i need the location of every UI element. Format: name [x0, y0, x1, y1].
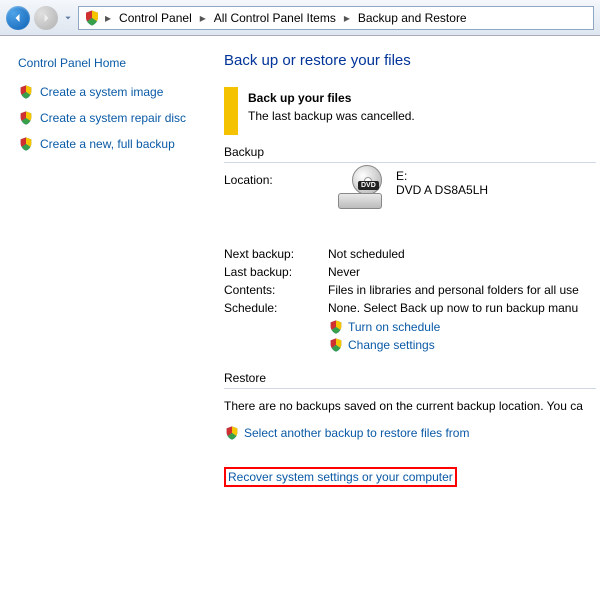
restore-message: There are no backups saved on the curren…: [224, 399, 596, 413]
restore-section-header: Restore: [224, 371, 596, 389]
page-title: Back up or restore your files: [224, 52, 596, 69]
toolbar: ▸ Control Panel ▸ All Control Panel Item…: [0, 0, 600, 36]
turn-on-schedule-link[interactable]: Turn on schedule: [348, 320, 440, 334]
chevron-down-icon: [64, 14, 72, 22]
create-full-backup-link[interactable]: Create a new, full backup: [40, 137, 175, 151]
alert-accent-bar: [224, 87, 238, 135]
main-content: Back up or restore your files Back up yo…: [210, 36, 600, 600]
chevron-right-icon[interactable]: ▸: [198, 11, 208, 25]
shield-icon: [224, 425, 240, 441]
location-label: Location:: [224, 173, 328, 187]
schedule-value: None. Select Back up now to run backup m…: [328, 301, 578, 315]
shield-icon: [18, 110, 34, 126]
alert-message: The last backup was cancelled.: [248, 109, 415, 123]
next-backup-label: Next backup:: [224, 247, 328, 261]
alert-banner: Back up your files The last backup was c…: [224, 87, 596, 135]
select-another-backup-link[interactable]: Select another backup to restore files f…: [244, 426, 469, 440]
nav-forward-button: [34, 6, 58, 30]
nav-history-dropdown[interactable]: [62, 6, 74, 30]
control-panel-icon: [83, 9, 101, 27]
alert-heading: Back up your files: [248, 91, 415, 105]
address-bar[interactable]: ▸ Control Panel ▸ All Control Panel Item…: [78, 6, 594, 30]
arrow-left-icon: [12, 12, 24, 24]
contents-value: Files in libraries and personal folders …: [328, 283, 579, 297]
arrow-right-icon: [40, 12, 52, 24]
last-backup-label: Last backup:: [224, 265, 328, 279]
last-backup-value: Never: [328, 265, 360, 279]
breadcrumb-control-panel[interactable]: Control Panel: [115, 11, 196, 25]
schedule-label: Schedule:: [224, 301, 328, 315]
location-drive-name: DVD A DS8A5LH: [396, 183, 488, 197]
nav-back-button[interactable]: [6, 6, 30, 30]
chevron-right-icon[interactable]: ▸: [103, 11, 113, 25]
shield-icon: [18, 84, 34, 100]
create-system-image-link[interactable]: Create a system image: [40, 85, 163, 99]
create-repair-disc-link[interactable]: Create a system repair disc: [40, 111, 186, 125]
shield-icon: [18, 136, 34, 152]
recover-system-link[interactable]: Recover system settings or your computer: [224, 467, 457, 487]
sidebar: Control Panel Home Create a system image…: [0, 36, 210, 600]
shield-icon: [328, 319, 344, 335]
backup-section-header: Backup: [224, 145, 596, 163]
contents-label: Contents:: [224, 283, 328, 297]
next-backup-value: Not scheduled: [328, 247, 405, 261]
dvd-drive-icon: DVD: [338, 169, 386, 209]
chevron-right-icon[interactable]: ▸: [342, 11, 352, 25]
location-drive-letter: E:: [396, 169, 488, 183]
breadcrumb-all-items[interactable]: All Control Panel Items: [210, 11, 340, 25]
breadcrumb-backup-restore[interactable]: Backup and Restore: [354, 11, 471, 25]
change-settings-link[interactable]: Change settings: [348, 338, 435, 352]
control-panel-home-link[interactable]: Control Panel Home: [18, 56, 204, 70]
shield-icon: [328, 337, 344, 353]
